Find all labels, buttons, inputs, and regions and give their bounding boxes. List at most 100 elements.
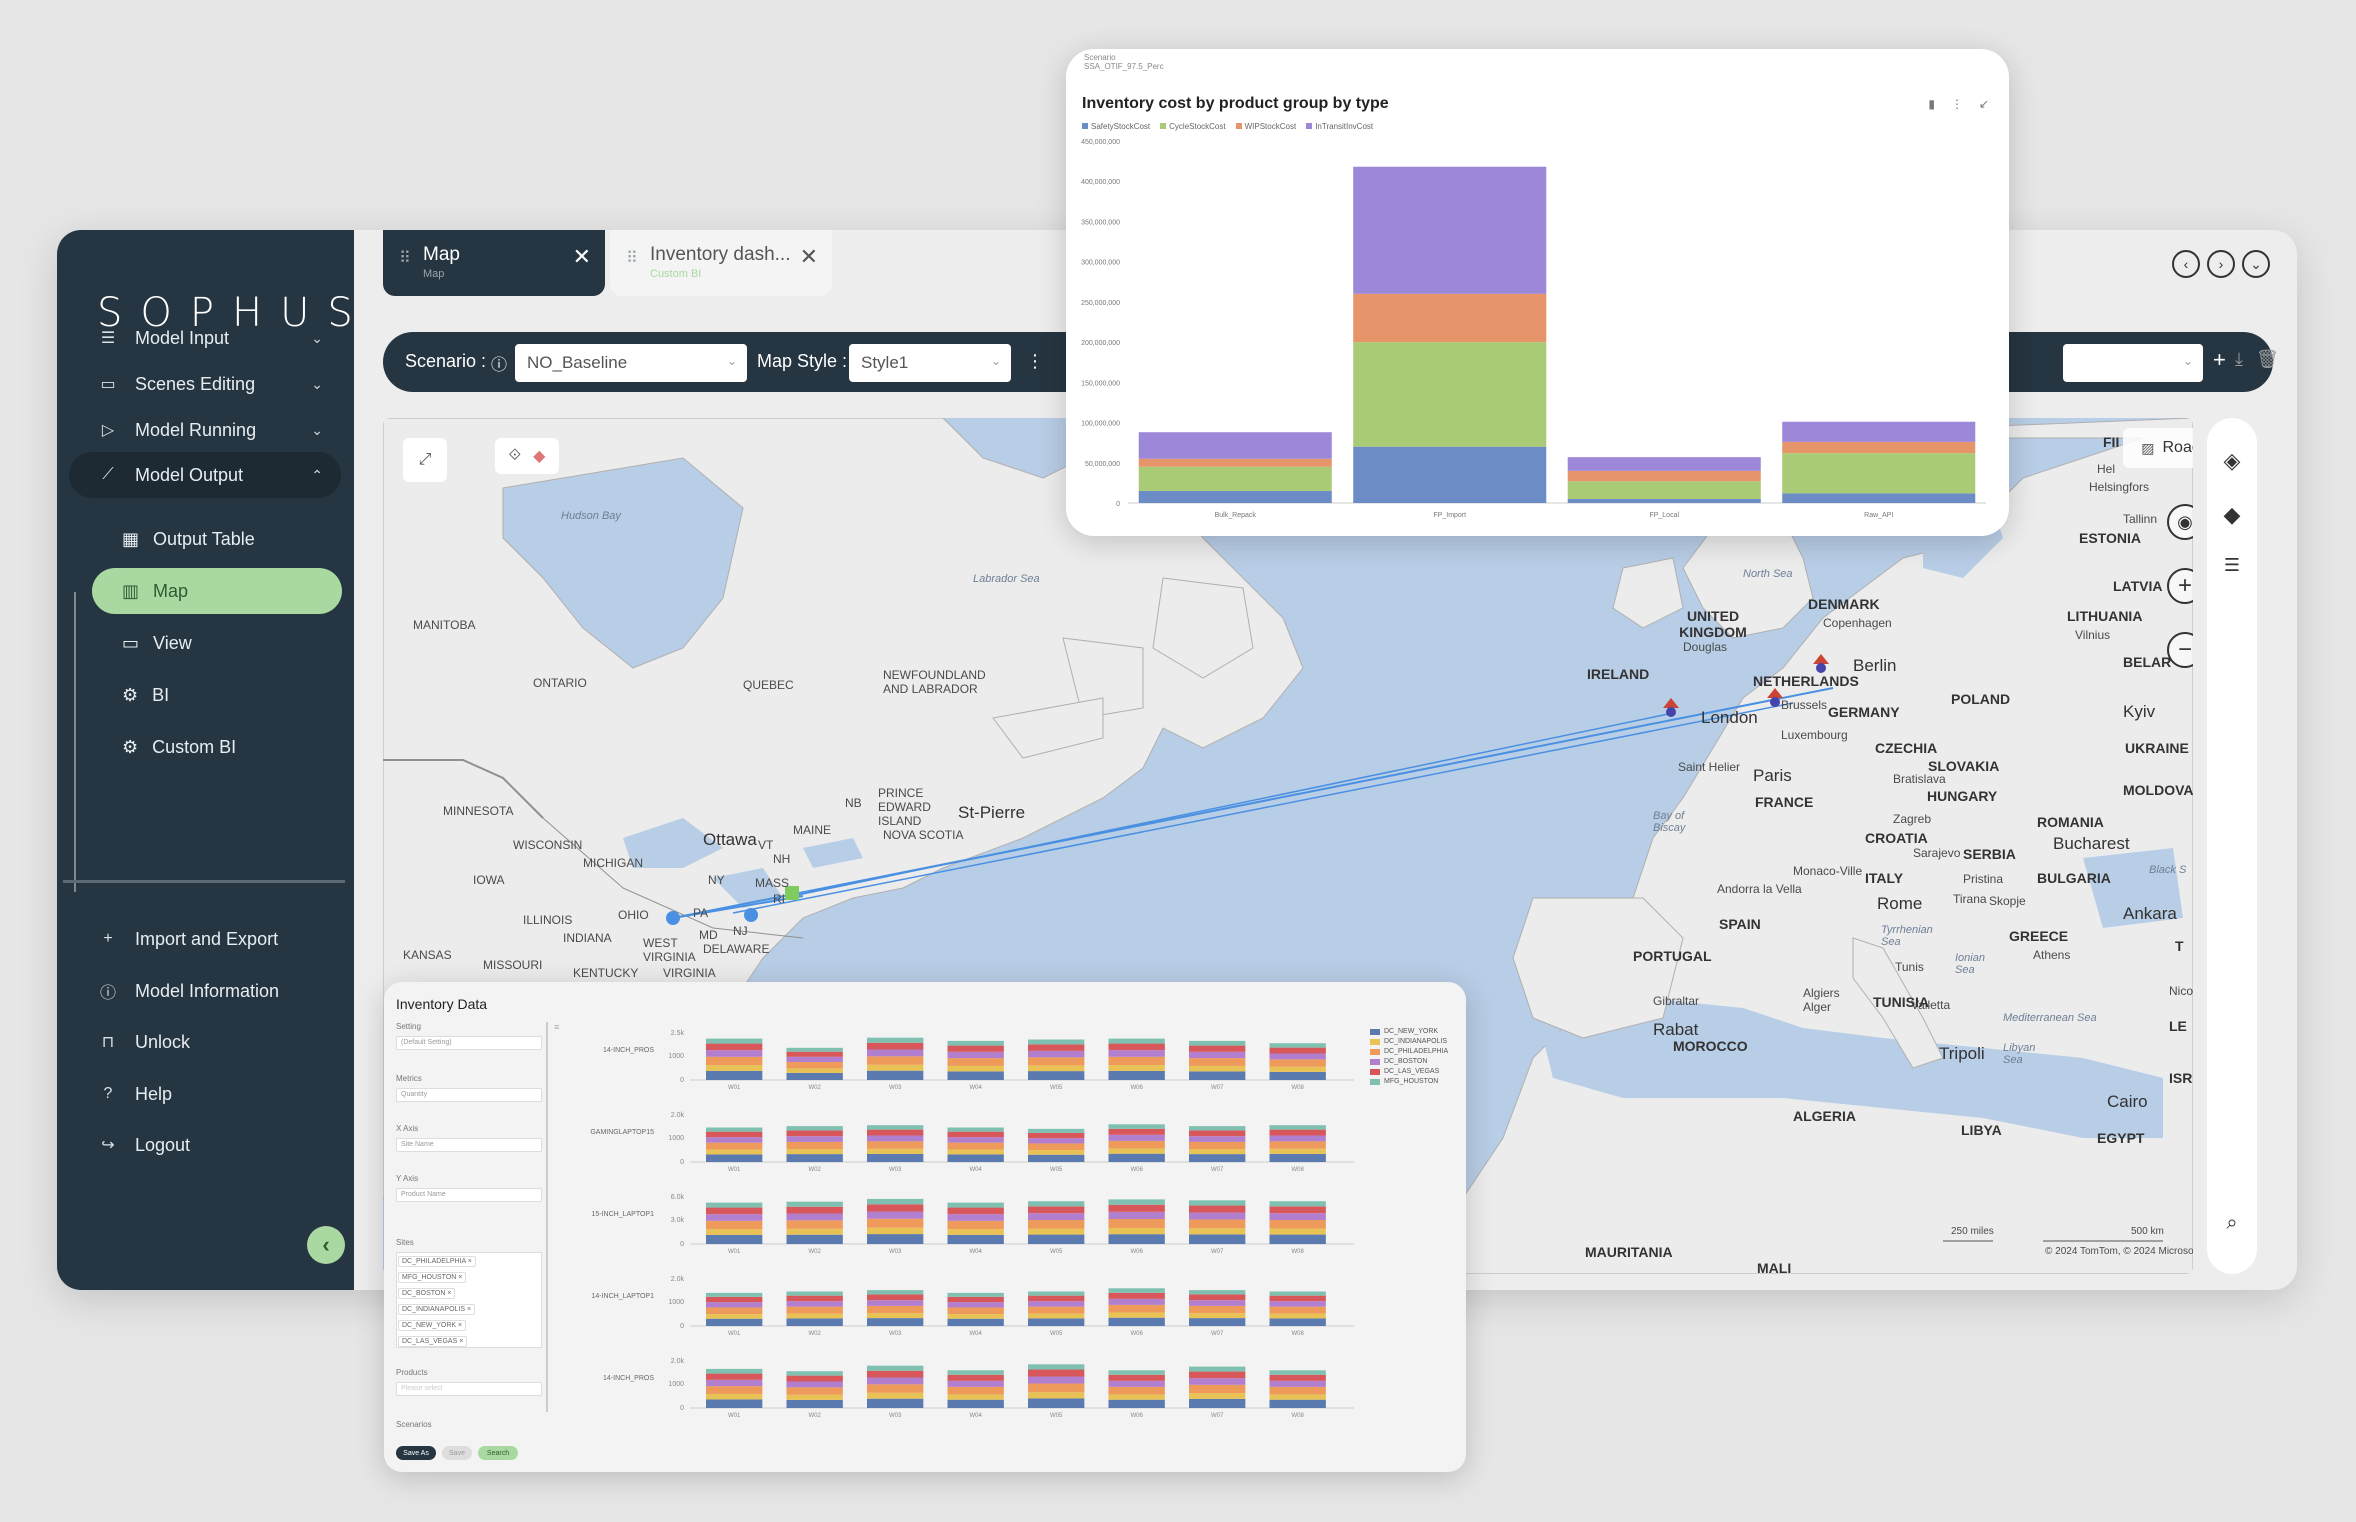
bar-segment[interactable] (867, 1318, 924, 1326)
bar-segment[interactable] (1028, 1295, 1085, 1302)
bar-segment[interactable] (1028, 1128, 1085, 1133)
bar-segment[interactable] (706, 1137, 763, 1143)
bar-segment[interactable] (786, 1141, 843, 1150)
bar-segment[interactable] (1108, 1211, 1165, 1220)
close-icon[interactable]: ✕ (573, 244, 591, 270)
bar-segment[interactable] (1189, 1136, 1246, 1142)
bar-segment[interactable] (706, 1127, 763, 1132)
bar-segment[interactable] (1189, 1205, 1246, 1213)
sidebar-subitem-view[interactable]: ▭ View (92, 620, 342, 666)
bar-segment[interactable] (867, 1198, 924, 1205)
bar-segment[interactable] (947, 1131, 1004, 1138)
bar-segment[interactable] (1028, 1050, 1085, 1058)
collapse-sidebar-button[interactable]: ‹ (307, 1226, 345, 1264)
bar-segment[interactable] (1782, 453, 1976, 494)
bar-segment[interactable] (706, 1202, 763, 1208)
bar-segment[interactable] (1269, 1053, 1326, 1060)
bar-segment[interactable] (867, 1384, 924, 1393)
bar-segment[interactable] (1189, 1234, 1246, 1244)
bar-segment[interactable] (1028, 1213, 1085, 1221)
bar-segment[interactable] (786, 1154, 843, 1162)
bar-segment[interactable] (706, 1043, 763, 1051)
bar-segment[interactable] (1269, 1313, 1326, 1319)
bar-segment[interactable] (867, 1148, 924, 1154)
bar-segment[interactable] (1108, 1140, 1165, 1149)
bar-segment[interactable] (867, 1218, 924, 1228)
bar-segment[interactable] (786, 1220, 843, 1229)
bar-segment[interactable] (1138, 458, 1332, 467)
bar-segment[interactable] (1189, 1371, 1246, 1379)
sidebar-subitem-bi[interactable]: ⚙ BI (92, 672, 342, 718)
bar-segment[interactable] (1567, 457, 1761, 471)
bar-segment[interactable] (947, 1314, 1004, 1319)
bar-segment[interactable] (867, 1398, 924, 1408)
bar-segment[interactable] (1028, 1150, 1085, 1155)
bar-segment[interactable] (947, 1296, 1004, 1303)
bar-segment[interactable] (947, 1229, 1004, 1235)
bar-segment[interactable] (1028, 1228, 1085, 1235)
bar-segment[interactable] (1028, 1206, 1085, 1214)
bar-segment[interactable] (1189, 1051, 1246, 1059)
bar-segment[interactable] (1028, 1364, 1085, 1370)
bar-segment[interactable] (1269, 1220, 1326, 1229)
bar-segment[interactable] (1028, 1220, 1085, 1229)
bar-segment[interactable] (1028, 1392, 1085, 1399)
bar-segment[interactable] (1108, 1380, 1165, 1387)
bar-segment[interactable] (1108, 1298, 1165, 1305)
tab-map[interactable]: ⠿ Map Map ✕ (383, 230, 605, 296)
zoom-search-icon[interactable]: ⌕ (2219, 1210, 2245, 1236)
bar-segment[interactable] (1782, 421, 1976, 442)
bar-segment[interactable] (1269, 1394, 1326, 1400)
bar-segment[interactable] (1189, 1200, 1246, 1206)
bar-segment[interactable] (947, 1394, 1004, 1400)
bar-segment[interactable] (786, 1394, 843, 1400)
bar-segment[interactable] (947, 1149, 1004, 1155)
bar-segment[interactable] (1269, 1370, 1326, 1375)
sidebar-subitem-custom-bi[interactable]: ⚙ Custom BI (92, 724, 342, 770)
bar-segment[interactable] (706, 1142, 763, 1150)
bar-segment[interactable] (1028, 1143, 1085, 1151)
bar-segment[interactable] (786, 1313, 843, 1319)
bar-segment[interactable] (1189, 1040, 1246, 1046)
bar-segment[interactable] (1189, 1130, 1246, 1137)
bar-segment[interactable] (1028, 1044, 1085, 1051)
bar-segment[interactable] (706, 1220, 763, 1230)
bar-segment[interactable] (786, 1381, 843, 1388)
scenario-select[interactable]: NO_Baseline ⌄ (515, 344, 747, 382)
bar-segment[interactable] (1269, 1148, 1326, 1154)
bar-segment[interactable] (786, 1056, 843, 1062)
bar-segment[interactable] (706, 1038, 763, 1044)
bar-segment[interactable] (1108, 1070, 1165, 1080)
sidebar-subitem-output-table[interactable]: ▦ Output Table (92, 516, 342, 562)
bar-segment[interactable] (867, 1141, 924, 1149)
bar-segment[interactable] (1108, 1204, 1165, 1212)
map-style-toggle[interactable]: ▨ Road (2123, 428, 2193, 468)
bar-segment[interactable] (947, 1292, 1004, 1297)
sidebar-subitem-map[interactable]: ▥ Map (92, 568, 342, 614)
layers-add-icon[interactable]: ◆ (2219, 502, 2245, 528)
bar-segment[interactable] (1189, 1126, 1246, 1131)
bar-segment[interactable] (786, 1206, 843, 1214)
bar-segment[interactable] (1138, 466, 1332, 491)
sidebar-item-import-export[interactable]: + Import and Export (69, 916, 341, 962)
bar-segment[interactable] (947, 1051, 1004, 1059)
bar-segment[interactable] (947, 1045, 1004, 1052)
fullscreen-button[interactable]: ⤢ (403, 438, 447, 482)
bar-segment[interactable] (706, 1056, 763, 1066)
bar-segment[interactable] (1108, 1219, 1165, 1228)
bar-segment[interactable] (947, 1302, 1004, 1308)
bar-segment[interactable] (1108, 1199, 1165, 1205)
bar-segment[interactable] (1189, 1219, 1246, 1229)
bar-segment[interactable] (786, 1061, 843, 1069)
more-icon[interactable]: ⋮ (1026, 351, 1044, 372)
bar-segment[interactable] (947, 1071, 1004, 1080)
bar-segment[interactable] (947, 1374, 1004, 1381)
bar-segment[interactable] (867, 1300, 924, 1306)
bar-segment[interactable] (706, 1070, 763, 1080)
layers-icon[interactable]: ◈ (2219, 448, 2245, 474)
bar-segment[interactable] (1028, 1071, 1085, 1080)
bar-segment[interactable] (706, 1234, 763, 1244)
bar-segment[interactable] (706, 1214, 763, 1221)
bar-segment[interactable] (706, 1368, 763, 1374)
bar-segment[interactable] (1028, 1383, 1085, 1393)
